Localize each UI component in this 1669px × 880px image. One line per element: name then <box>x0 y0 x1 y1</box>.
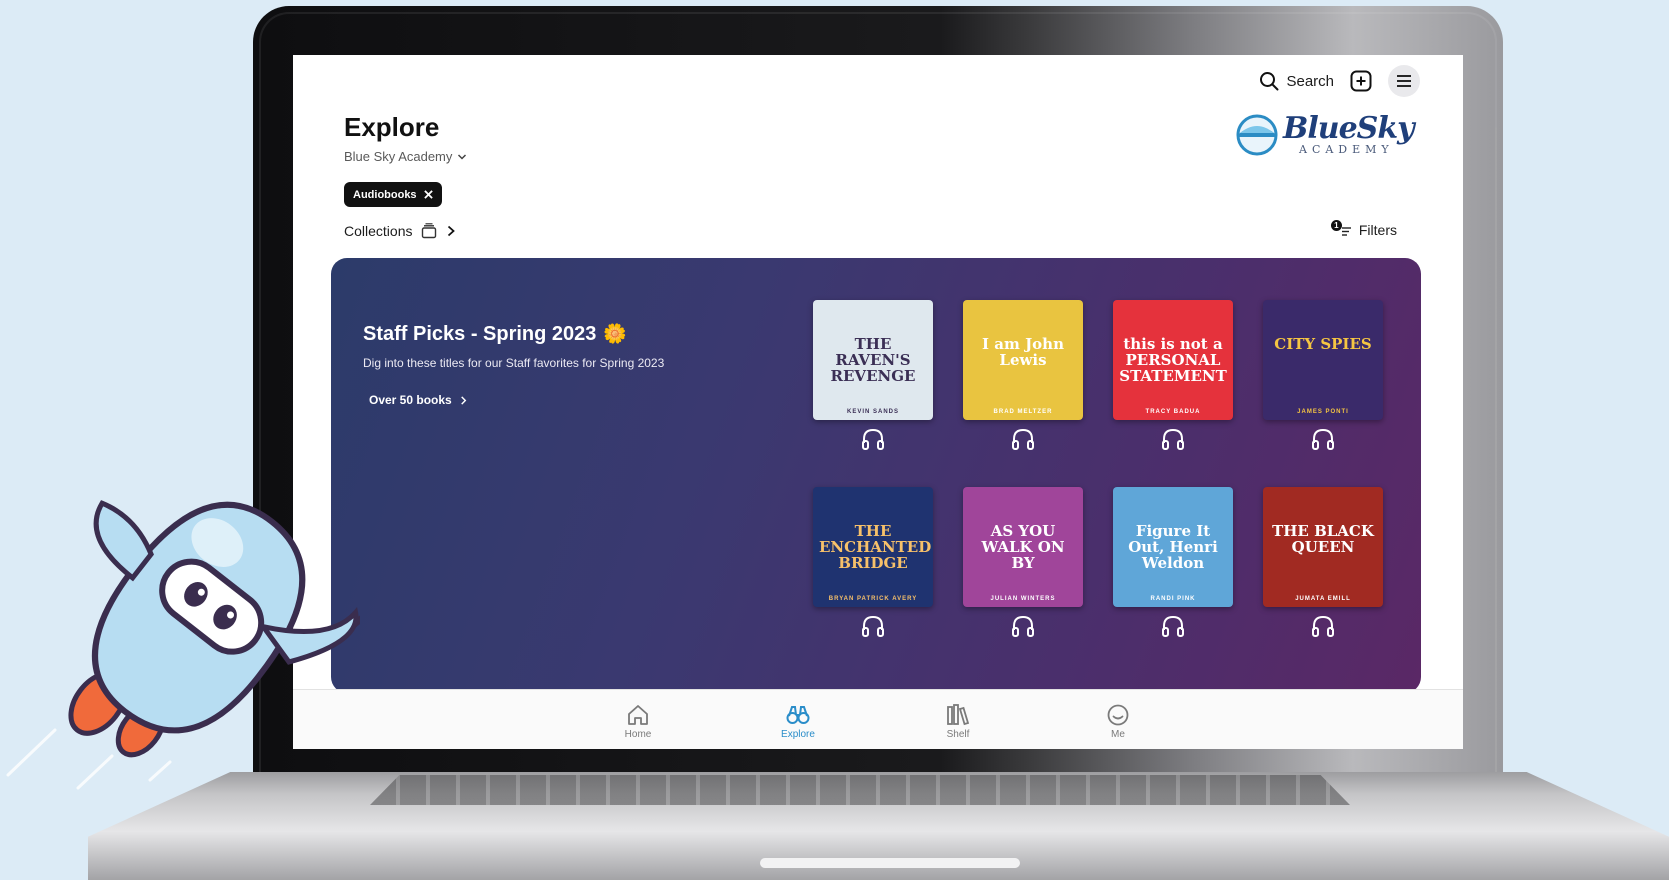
book-cover-author: JUMATA EMILL <box>1295 596 1351 602</box>
book-cover[interactable]: CITY SPIES JAMES PONTI <box>1263 300 1383 420</box>
over-50-books-link[interactable]: Over 50 books <box>369 393 468 407</box>
laptop-trackpad-edge <box>760 858 1020 868</box>
collections-link[interactable]: Collections <box>344 223 456 239</box>
filter-lines-icon: 1 <box>1330 220 1353 238</box>
book-cover-title: THE ENCHANTED BRIDGE <box>819 522 932 572</box>
book-cover-title: THE RAVEN'S REVENGE <box>830 335 916 385</box>
nav-home-label: Home <box>624 729 652 740</box>
nav-me-label: Me <box>1111 729 1125 740</box>
nav-shelf[interactable]: Shelf <box>918 703 998 740</box>
logo-wordmark: BlueSky <box>1283 111 1415 146</box>
book-cover-author: JAMES PONTI <box>1297 409 1349 415</box>
headphones-icon <box>862 428 884 450</box>
nav-explore[interactable]: Explore <box>758 703 838 740</box>
book-cover[interactable]: I am John Lewis BRAD MELTZER <box>963 300 1083 420</box>
book-item[interactable]: THE ENCHANTED BRIDGE BRYAN PATRICK AVERY <box>813 487 933 637</box>
rocket-mascot-illustration <box>6 500 360 790</box>
book-cover[interactable]: Figure It Out, Henri Weldon RANDI PINK <box>1113 487 1233 607</box>
nav-explore-label: Explore <box>781 729 815 740</box>
search-button[interactable]: Search <box>1259 71 1334 91</box>
book-item[interactable]: I am John Lewis BRAD MELTZER <box>963 300 1083 450</box>
book-item[interactable]: Figure It Out, Henri Weldon RANDI PINK <box>1113 487 1233 637</box>
binoculars-icon <box>786 706 810 724</box>
book-cover-title: THE BLACK QUEEN <box>1272 522 1374 556</box>
book-item[interactable]: CITY SPIES JAMES PONTI <box>1263 300 1383 450</box>
chevron-down-icon <box>458 153 467 160</box>
plus-square-icon <box>1350 70 1372 92</box>
school-logo: BlueSky ACADEMY <box>1235 111 1415 161</box>
home-icon <box>628 705 648 725</box>
nav-shelf-label: Shelf <box>946 729 970 740</box>
headphones-icon <box>862 615 884 637</box>
headphones-icon <box>1012 615 1034 637</box>
logo-subtitle: ACADEMY <box>1299 143 1394 156</box>
book-cover-title: AS YOU WALK ON BY <box>981 522 1065 572</box>
app-screen: Search Explore Blue Sky Academy BlueSky … <box>293 55 1463 749</box>
book-cover-author: RANDI PINK <box>1150 596 1196 602</box>
search-label: Search <box>1286 72 1334 90</box>
book-cover-title: I am John Lewis <box>982 335 1064 369</box>
book-item[interactable]: THE RAVEN'S REVENGE KEVIN SANDS <box>813 300 933 450</box>
blue-sky-logo-icon <box>1236 114 1278 156</box>
book-cover[interactable]: THE BLACK QUEEN JUMATA EMILL <box>1263 487 1383 607</box>
book-cover[interactable]: THE RAVEN'S REVENGE KEVIN SANDS <box>813 300 933 420</box>
nav-me[interactable]: Me <box>1078 703 1158 740</box>
chip-label: Audiobooks <box>353 188 417 201</box>
school-name: Blue Sky Academy <box>344 149 453 164</box>
nav-home[interactable]: Home <box>598 703 678 740</box>
headphones-icon <box>1312 615 1334 637</box>
filters-label: Filters <box>1358 222 1397 238</box>
banner-title-text: Staff Picks - Spring 2023 <box>363 322 597 345</box>
bottom-navigation: Home Explore Shelf Me <box>293 689 1463 749</box>
banner-description: Dig into these titles for our Staff favo… <box>363 356 665 370</box>
book-cover-author: TRACY BADUA <box>1145 409 1201 415</box>
book-item[interactable]: AS YOU WALK ON BY JULIAN WINTERS <box>963 487 1083 637</box>
audiobooks-filter-chip[interactable]: Audiobooks <box>344 182 442 207</box>
book-cover-title: this is not a PERSONAL STATEMENT <box>1119 335 1227 385</box>
collections-label: Collections <box>344 223 413 239</box>
headphones-icon <box>1012 428 1034 450</box>
flower-emoji-icon: 🌼 <box>603 324 628 345</box>
smiley-icon <box>1107 704 1129 726</box>
add-button[interactable] <box>1350 70 1372 92</box>
banner-link-label: Over 50 books <box>369 393 452 407</box>
chevron-right-icon <box>448 225 456 237</box>
banner-title: Staff Picks - Spring 2023 🌼 <box>363 322 627 346</box>
filter-count-badge: 1 <box>1330 220 1342 231</box>
shelf-icon <box>947 704 970 726</box>
book-item[interactable]: THE BLACK QUEEN JUMATA EMILL <box>1263 487 1383 637</box>
headphones-icon <box>1162 428 1184 450</box>
book-cover[interactable]: AS YOU WALK ON BY JULIAN WINTERS <box>963 487 1083 607</box>
close-icon[interactable] <box>423 190 433 199</box>
book-cover-author: BRYAN PATRICK AVERY <box>828 596 918 602</box>
headphones-icon <box>1162 615 1184 637</box>
hamburger-menu-icon <box>1397 75 1411 87</box>
book-cover[interactable]: this is not a PERSONAL STATEMENT TRACY BA… <box>1113 300 1233 420</box>
collection-stack-icon <box>422 223 437 239</box>
page-title: Explore <box>344 112 440 142</box>
staff-picks-banner: Staff Picks - Spring 2023 🌼 Dig into the… <box>331 258 1421 693</box>
search-icon <box>1260 72 1279 91</box>
menu-button[interactable] <box>1388 65 1420 97</box>
filters-button[interactable]: 1 Filters <box>1330 220 1397 238</box>
book-cover-author: BRAD MELTZER <box>993 409 1053 415</box>
book-item[interactable]: this is not a PERSONAL STATEMENT TRACY BA… <box>1113 300 1233 450</box>
school-selector[interactable]: Blue Sky Academy <box>344 149 467 164</box>
top-bar: Search <box>1259 65 1420 97</box>
book-cover-author: KEVIN SANDS <box>846 409 899 415</box>
book-cover-author: JULIAN WINTERS <box>990 596 1056 602</box>
laptop-keyboard <box>370 775 1350 805</box>
headphones-icon <box>1312 428 1334 450</box>
book-cover[interactable]: THE ENCHANTED BRIDGE BRYAN PATRICK AVERY <box>813 487 933 607</box>
book-cover-title: CITY SPIES <box>1274 335 1372 353</box>
book-cover-title: Figure It Out, Henri Weldon <box>1128 522 1218 572</box>
chevron-right-icon <box>460 395 467 405</box>
